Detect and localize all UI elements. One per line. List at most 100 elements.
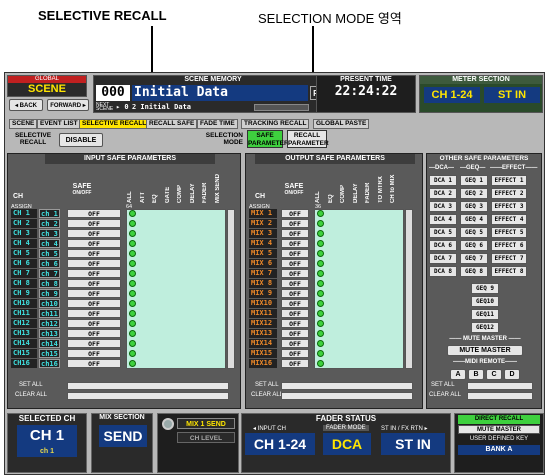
output-ch-number[interactable]: MIX13	[249, 329, 277, 338]
output-all-indicator[interactable]	[317, 300, 324, 307]
output-ch-number[interactable]: MIX14	[249, 339, 277, 348]
output-safe-toggle[interactable]: OFF	[281, 359, 309, 368]
output-safe-toggle[interactable]: OFF	[281, 349, 309, 358]
output-all-indicator[interactable]	[317, 280, 324, 287]
other-set-all-bar[interactable]	[467, 382, 533, 390]
input-safe-toggle[interactable]: OFF	[67, 239, 121, 248]
output-all-indicator[interactable]	[317, 350, 324, 357]
mute-master-button[interactable]: MUTE MASTER	[447, 345, 523, 356]
input-safe-toggle[interactable]: OFF	[67, 289, 121, 298]
input-ch-number[interactable]: CH 6	[11, 259, 37, 268]
mix-section-value[interactable]: SEND	[99, 425, 147, 447]
fader-mode-value[interactable]: DCA	[323, 433, 371, 455]
input-all-indicator[interactable]	[129, 300, 136, 307]
other-geq-button[interactable]: GEQ12	[471, 322, 499, 333]
input-ch-number[interactable]: CH 9	[11, 289, 37, 298]
input-safe-toggle[interactable]: OFF	[67, 299, 121, 308]
other-effect-button[interactable]: EFFECT 7	[491, 253, 527, 264]
input-all-indicator[interactable]	[129, 290, 136, 297]
knob-icon[interactable]	[162, 418, 174, 430]
output-safe-toggle[interactable]: OFF	[281, 309, 309, 318]
input-clear-all-bar[interactable]	[67, 392, 229, 400]
other-effect-button[interactable]: EFFECT 3	[491, 201, 527, 212]
mute-master-footer-button[interactable]: MUTE MASTER	[458, 425, 540, 434]
other-geq-button[interactable]: GEQ 2	[460, 188, 488, 199]
input-ch-number[interactable]: CH 2	[11, 219, 37, 228]
input-all-indicator[interactable]	[129, 260, 136, 267]
input-safe-toggle[interactable]: OFF	[67, 269, 121, 278]
input-safe-toggle[interactable]: OFF	[67, 339, 121, 348]
tab-scene[interactable]: SCENE	[9, 119, 38, 129]
output-safe-toggle[interactable]: OFF	[281, 229, 309, 238]
output-safe-toggle[interactable]: OFF	[281, 289, 309, 298]
output-all-indicator[interactable]	[317, 240, 324, 247]
other-geq-button[interactable]: GEQ 7	[460, 253, 488, 264]
other-dca-button[interactable]: DCA 8	[429, 266, 457, 277]
output-all-indicator[interactable]	[317, 230, 324, 237]
input-safe-toggle[interactable]: OFF	[67, 329, 121, 338]
other-geq-button[interactable]: GEQ 9	[471, 283, 499, 294]
direct-recall-button[interactable]: DIRECT RECALL	[458, 415, 540, 424]
other-geq-button[interactable]: GEQ 1	[460, 175, 488, 186]
output-all-indicator[interactable]	[317, 330, 324, 337]
output-safe-toggle[interactable]: OFF	[281, 279, 309, 288]
input-ch-number[interactable]: CH14	[11, 339, 37, 348]
input-ch-footer-value[interactable]: CH 1-24	[245, 433, 315, 455]
output-ch-number[interactable]: MIX 5	[249, 249, 277, 258]
midi-b-button[interactable]: B	[468, 369, 484, 380]
global-scene-box[interactable]: GLOBAL SCENE	[7, 75, 87, 97]
input-all-indicator[interactable]	[129, 360, 136, 367]
other-dca-button[interactable]: DCA 3	[429, 201, 457, 212]
recall-parameter-button[interactable]: RECALL PARAMETER	[287, 130, 329, 148]
output-safe-toggle[interactable]: OFF	[281, 319, 309, 328]
output-ch-number[interactable]: MIX 8	[249, 279, 277, 288]
tab-tracking-recall[interactable]: TRACKING RECALL	[241, 119, 310, 129]
tab-recall-safe[interactable]: RECALL SAFE	[146, 119, 198, 129]
input-safe-toggle[interactable]: OFF	[67, 359, 121, 368]
input-ch-number[interactable]: CH 5	[11, 249, 37, 258]
input-ch-number[interactable]: CH 7	[11, 269, 37, 278]
input-ch-number[interactable]: CH 8	[11, 279, 37, 288]
tab-global-paste[interactable]: GLOBAL PASTE	[313, 119, 370, 129]
tab-selective-recall[interactable]: SELECTIVE RECALL	[79, 119, 150, 129]
tab-fade-time[interactable]: FADE TIME	[197, 119, 238, 129]
other-dca-button[interactable]: DCA 7	[429, 253, 457, 264]
input-all-indicator[interactable]	[129, 340, 136, 347]
input-ch-number[interactable]: CH 3	[11, 229, 37, 238]
output-all-indicator[interactable]	[317, 270, 324, 277]
output-clear-all-bar[interactable]	[281, 392, 413, 400]
other-geq-button[interactable]: GEQ 6	[460, 240, 488, 251]
disable-button[interactable]: DISABLE	[59, 133, 103, 147]
input-all-indicator[interactable]	[129, 350, 136, 357]
output-ch-number[interactable]: MIX 1	[249, 209, 277, 218]
forward-button[interactable]: FORWARD ▸	[47, 99, 89, 111]
output-safe-toggle[interactable]: OFF	[281, 249, 309, 258]
output-safe-toggle[interactable]: OFF	[281, 219, 309, 228]
other-effect-button[interactable]: EFFECT 6	[491, 240, 527, 251]
output-ch-number[interactable]: MIX10	[249, 299, 277, 308]
other-geq-button[interactable]: GEQ 4	[460, 214, 488, 225]
meter-stin-button[interactable]: ST IN	[484, 87, 540, 103]
output-ch-number[interactable]: MIX 4	[249, 239, 277, 248]
other-effect-button[interactable]: EFFECT 2	[491, 188, 527, 199]
tab-event-list[interactable]: EVENT LIST	[37, 119, 81, 129]
input-safe-toggle[interactable]: OFF	[67, 349, 121, 358]
output-ch-number[interactable]: MIX 7	[249, 269, 277, 278]
other-effect-button[interactable]: EFFECT 5	[491, 227, 527, 238]
input-safe-toggle[interactable]: OFF	[67, 249, 121, 258]
meter-ch-button[interactable]: CH 1-24	[424, 87, 480, 103]
input-all-indicator[interactable]	[129, 240, 136, 247]
other-dca-button[interactable]: DCA 1	[429, 175, 457, 186]
input-ch-number[interactable]: CH12	[11, 319, 37, 328]
other-effect-button[interactable]: EFFECT 1	[491, 175, 527, 186]
other-geq-button[interactable]: GEQ 3	[460, 201, 488, 212]
input-ch-number[interactable]: CH11	[11, 309, 37, 318]
other-geq-button[interactable]: GEQ10	[471, 296, 499, 307]
input-ch-number[interactable]: CH 4	[11, 239, 37, 248]
input-scrollbar[interactable]	[227, 209, 235, 369]
input-set-all-bar[interactable]	[67, 382, 229, 390]
input-safe-toggle[interactable]: OFF	[67, 259, 121, 268]
other-dca-button[interactable]: DCA 2	[429, 188, 457, 199]
output-all-indicator[interactable]	[317, 220, 324, 227]
other-dca-button[interactable]: DCA 4	[429, 214, 457, 225]
